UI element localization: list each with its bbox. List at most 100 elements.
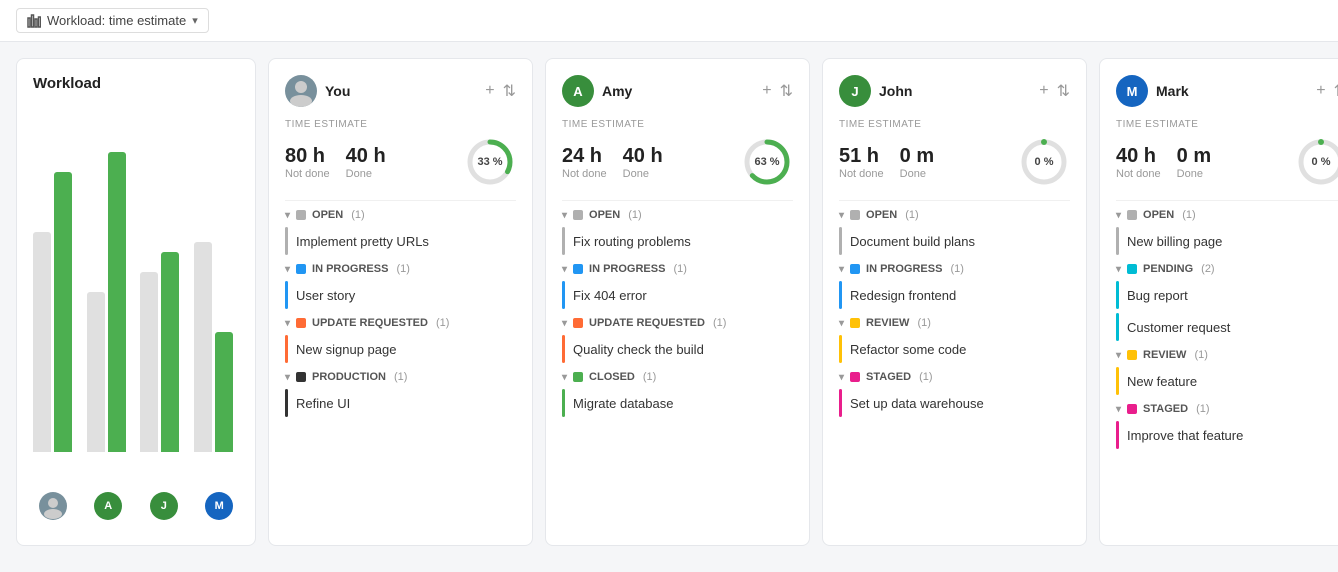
status-header[interactable]: ▾ UPDATE REQUESTED (1)	[562, 317, 793, 329]
collapse-all-icon[interactable]: ⇅	[780, 81, 793, 101]
task-item: Fix 404 error	[562, 281, 793, 309]
done-label: Done	[623, 168, 663, 180]
task-bar-left	[285, 389, 288, 417]
done-value: 40 h	[623, 145, 663, 168]
status-header[interactable]: ▾ REVIEW (1)	[1116, 349, 1338, 361]
status-header[interactable]: ▾ PRODUCTION (1)	[285, 371, 516, 383]
task-bar-left	[562, 227, 565, 255]
status-section-review: ▾ REVIEW (1) New feature	[1116, 349, 1338, 395]
not-done-block: 40 h Not done	[1116, 145, 1161, 180]
task-text: Improve that feature	[1127, 424, 1243, 447]
status-header[interactable]: ▾ IN PROGRESS (1)	[562, 263, 793, 275]
header-actions[interactable]: + ⇅	[1039, 81, 1070, 101]
person-header: M Mark + ⇅	[1116, 75, 1338, 107]
collapse-all-icon[interactable]: ⇅	[1334, 81, 1338, 101]
collapse-all-icon[interactable]: ⇅	[503, 81, 516, 101]
status-header[interactable]: ▾ STAGED (1)	[1116, 403, 1338, 415]
donut-wrap: 33 %	[464, 136, 516, 188]
add-icon[interactable]: +	[762, 82, 771, 100]
header-actions[interactable]: + ⇅	[485, 81, 516, 101]
person-col-mark: M Mark + ⇅ TIME ESTIMATE 40 h Not done 0…	[1099, 58, 1338, 546]
status-header[interactable]: ▾ OPEN (1)	[562, 209, 793, 221]
status-dot	[850, 210, 860, 220]
status-header[interactable]: ▾ UPDATE REQUESTED (1)	[285, 317, 516, 329]
task-text: New feature	[1127, 370, 1197, 393]
chart-bar-group-john	[140, 252, 186, 452]
status-section-open: ▾ OPEN (1) Implement pretty URLs	[285, 209, 516, 255]
status-label: OPEN	[312, 209, 343, 221]
workload-btn-label: Workload: time estimate	[47, 13, 186, 28]
not-done-value: 24 h	[562, 145, 607, 168]
task-item: Fix routing problems	[562, 227, 793, 255]
status-header[interactable]: ▾ OPEN (1)	[285, 209, 516, 221]
time-estimate-label: TIME ESTIMATE	[839, 119, 1070, 130]
time-estimate-label: TIME ESTIMATE	[285, 119, 516, 130]
status-count: (1)	[673, 263, 686, 275]
avatars-row: A J M	[33, 492, 239, 520]
header-actions[interactable]: + ⇅	[762, 81, 793, 101]
status-header[interactable]: ▾ IN PROGRESS (1)	[839, 263, 1070, 275]
status-section-pending: ▾ PENDING (2) Bug report Customer reques…	[1116, 263, 1338, 341]
task-bar-left	[562, 281, 565, 309]
status-count: (2)	[1201, 263, 1214, 275]
not-done-block: 51 h Not done	[839, 145, 884, 180]
add-icon[interactable]: +	[1316, 82, 1325, 100]
person-col-you: You + ⇅ TIME ESTIMATE 80 h Not done 40 h…	[268, 58, 533, 546]
status-label: STAGED	[866, 371, 911, 383]
task-bar-left	[1116, 421, 1119, 449]
donut-label: 63 %	[754, 156, 779, 168]
add-icon[interactable]: +	[1039, 82, 1048, 100]
header-actions[interactable]: + ⇅	[1316, 81, 1338, 101]
status-header[interactable]: ▾ OPEN (1)	[1116, 209, 1338, 221]
time-estimate-label: TIME ESTIMATE	[562, 119, 793, 130]
not-done-label: Not done	[562, 168, 607, 180]
chart-bar-group-mark	[194, 242, 240, 452]
task-bar-left	[839, 281, 842, 309]
collapse-icon: ▾	[839, 210, 844, 221]
task-item: User story	[285, 281, 516, 309]
status-section-staged: ▾ STAGED (1) Set up data warehouse	[839, 371, 1070, 417]
status-label: UPDATE REQUESTED	[589, 317, 705, 329]
task-bar-left	[1116, 227, 1119, 255]
status-header[interactable]: ▾ OPEN (1)	[839, 209, 1070, 221]
status-count: (1)	[628, 209, 641, 221]
status-section-update-requested: ▾ UPDATE REQUESTED (1) Quality check the…	[562, 317, 793, 363]
status-header[interactable]: ▾ IN PROGRESS (1)	[285, 263, 516, 275]
bar-mark-gray	[194, 242, 212, 452]
not-done-value: 51 h	[839, 145, 884, 168]
status-header[interactable]: ▾ STAGED (1)	[839, 371, 1070, 383]
not-done-label: Not done	[1116, 168, 1161, 180]
chart-area	[33, 104, 239, 484]
bar-john-gray	[140, 272, 158, 452]
task-bar-left	[1116, 313, 1119, 341]
person-header: J John + ⇅	[839, 75, 1070, 107]
status-dot	[1127, 264, 1137, 274]
chart-bar-group-you	[33, 172, 79, 452]
task-text: Implement pretty URLs	[296, 230, 429, 253]
add-icon[interactable]: +	[485, 82, 494, 100]
time-estimate-label: TIME ESTIMATE	[1116, 119, 1338, 130]
status-label: CLOSED	[589, 371, 635, 383]
status-count: (1)	[917, 317, 930, 329]
status-section-in-progress: ▾ IN PROGRESS (1) Fix 404 error	[562, 263, 793, 309]
done-block: 0 m Done	[1177, 145, 1211, 180]
status-section-staged: ▾ STAGED (1) Improve that feature	[1116, 403, 1338, 449]
person-header: You + ⇅	[285, 75, 516, 107]
workload-button[interactable]: Workload: time estimate ▾	[16, 8, 209, 33]
avatar-amy-sm: A	[94, 492, 122, 520]
collapse-all-icon[interactable]: ⇅	[1057, 81, 1070, 101]
status-header[interactable]: ▾ PENDING (2)	[1116, 263, 1338, 275]
time-row: 80 h Not done 40 h Done 33 %	[285, 136, 516, 188]
task-text: Set up data warehouse	[850, 392, 984, 415]
avatar-john-sm: J	[150, 492, 178, 520]
status-count: (1)	[919, 371, 932, 383]
status-label: PRODUCTION	[312, 371, 386, 383]
task-item: Quality check the build	[562, 335, 793, 363]
status-header[interactable]: ▾ REVIEW (1)	[839, 317, 1070, 329]
status-dot	[1127, 404, 1137, 414]
task-item: Improve that feature	[1116, 421, 1338, 449]
task-item: New signup page	[285, 335, 516, 363]
status-header[interactable]: ▾ CLOSED (1)	[562, 371, 793, 383]
done-label: Done	[900, 168, 934, 180]
status-dot	[573, 318, 583, 328]
